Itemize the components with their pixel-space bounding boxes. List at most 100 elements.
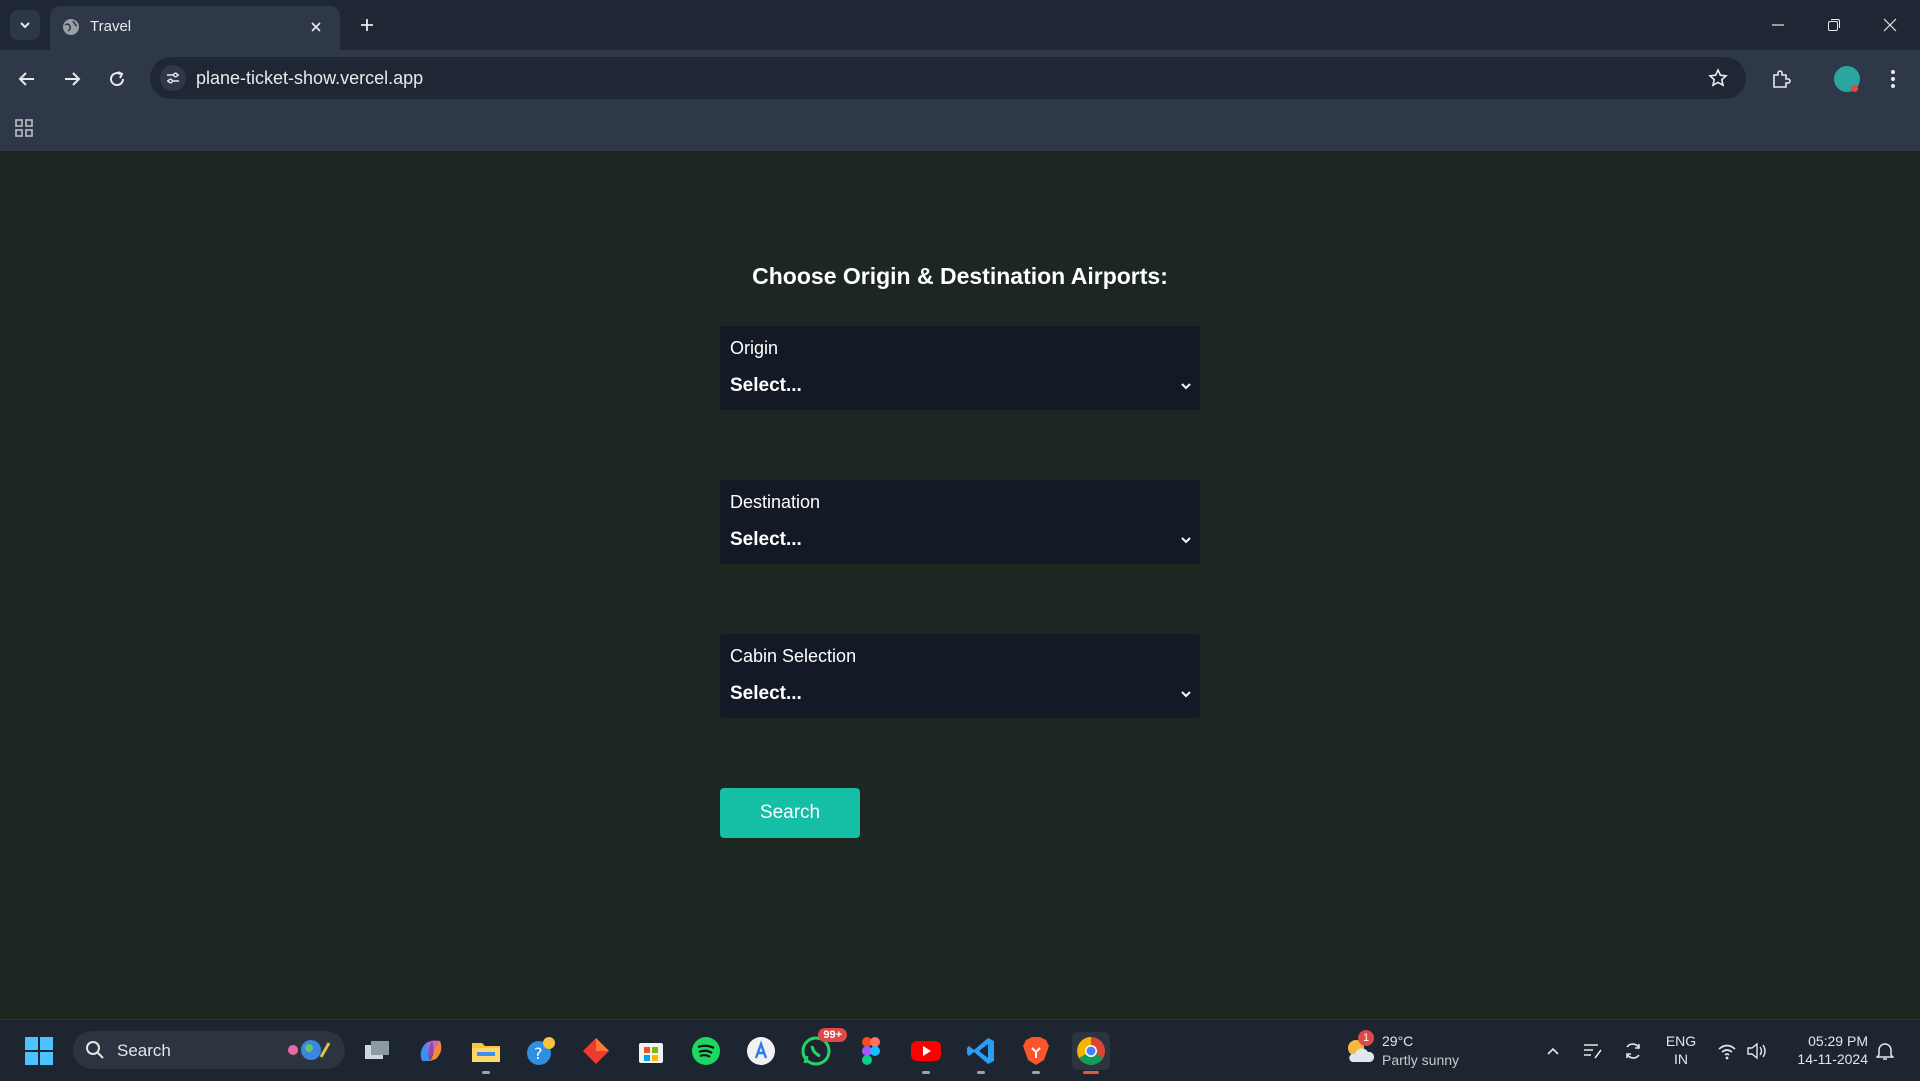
store-icon: [639, 1043, 663, 1063]
bell-icon: [1876, 1043, 1894, 1060]
chevron-down-icon: [20, 22, 30, 29]
browser-menu-button[interactable]: [1876, 62, 1910, 96]
cabin-label: Cabin Selection: [730, 646, 857, 666]
notification-badge: 99+: [818, 1028, 847, 1042]
chevron-down-icon: [1178, 378, 1194, 394]
origin-value: Select...: [730, 375, 802, 396]
weather-widget[interactable]: 1 29°C Partly sunny: [1344, 1030, 1484, 1072]
minimize-icon: [1772, 24, 1784, 26]
taskbar-figma[interactable]: [852, 1032, 890, 1070]
taskbar: Search ? 99+ 1 29°C Partly sunny ENG IN …: [0, 1019, 1920, 1081]
tray-notes-button[interactable]: [1580, 1038, 1606, 1064]
windows-icon[interactable]: [24, 1036, 54, 1066]
clock[interactable]: 05:29 PM 14-11-2024: [1782, 1032, 1868, 1068]
site-info-button[interactable]: [160, 65, 186, 91]
youtube-icon: [911, 1041, 941, 1061]
language-indicator[interactable]: ENG IN: [1664, 1032, 1698, 1068]
taskbar-store[interactable]: [632, 1032, 670, 1070]
running-indicator: [1032, 1071, 1040, 1074]
search-highlight-icon: [288, 1040, 331, 1060]
profile-button[interactable]: [1830, 62, 1864, 96]
destination-select[interactable]: Destination Select...: [720, 480, 1200, 564]
forward-button[interactable]: [55, 62, 89, 96]
apps-grid-icon: [15, 119, 33, 137]
svg-text:?: ?: [534, 1044, 543, 1063]
task-view-icon: [365, 1041, 389, 1059]
back-icon: [18, 72, 34, 86]
app-store-icon: [747, 1037, 775, 1065]
tab-title: Travel: [90, 18, 132, 35]
taskbar-spotify[interactable]: [687, 1032, 725, 1070]
forward-icon: [65, 72, 81, 86]
show-hidden-icons-button[interactable]: [1540, 1038, 1566, 1064]
taskbar-app-red[interactable]: [577, 1032, 615, 1070]
minimize-button[interactable]: [1750, 0, 1806, 50]
taskbar-whatsapp[interactable]: 99+: [797, 1028, 847, 1070]
taskbar-task-view[interactable]: [358, 1032, 396, 1070]
url-text: plane-ticket-show.vercel.app: [196, 68, 424, 88]
taskbar-chrome[interactable]: [1072, 1032, 1110, 1074]
taskbar-brave[interactable]: [1017, 1032, 1055, 1074]
taskbar-vscode[interactable]: [962, 1032, 1000, 1074]
reload-button[interactable]: [100, 62, 134, 96]
destination-value: Select...: [730, 529, 802, 550]
wifi-button[interactable]: [1714, 1038, 1740, 1064]
search-button[interactable]: Search: [720, 788, 860, 838]
pen-display-icon: [1584, 1044, 1602, 1059]
brave-icon: [1023, 1037, 1049, 1065]
origin-select[interactable]: Origin Select...: [720, 326, 1200, 410]
cabin-select[interactable]: Cabin Selection Select...: [720, 634, 1200, 718]
origin-label: Origin: [730, 338, 779, 358]
globe-icon: [63, 19, 79, 35]
help-icon: ?: [527, 1037, 555, 1065]
close-icon: [1883, 18, 1897, 32]
diamond-app-icon: [583, 1038, 609, 1064]
sync-icon: [1626, 1043, 1640, 1059]
new-tab-button[interactable]: [352, 10, 382, 40]
tray-sync-button[interactable]: [1620, 1038, 1646, 1064]
profile-avatar: [1834, 66, 1860, 92]
site-info-icon: [167, 72, 179, 84]
taskbar-file-explorer[interactable]: [467, 1032, 505, 1074]
clock-date: 14-11-2024: [1797, 1051, 1868, 1067]
page-content: Choose Origin & Destination Airports: Or…: [0, 151, 1920, 1019]
taskbar-search[interactable]: Search: [73, 1031, 345, 1069]
volume-button[interactable]: [1744, 1038, 1770, 1064]
folder-icon: [472, 1043, 500, 1062]
back-button[interactable]: [10, 62, 44, 96]
extensions-button[interactable]: [1764, 62, 1798, 96]
tab-strip: Travel: [0, 0, 1920, 50]
cabin-value: Select...: [730, 683, 802, 704]
page-heading: Choose Origin & Destination Airports:: [752, 263, 1168, 289]
weather-condition: Partly sunny: [1382, 1052, 1460, 1068]
destination-label: Destination: [730, 492, 821, 512]
chrome-icon: [1077, 1037, 1105, 1065]
copilot-icon: [420, 1040, 442, 1061]
region-code: IN: [1674, 1051, 1688, 1067]
running-indicator: [1083, 1071, 1099, 1074]
reload-icon: [110, 71, 125, 87]
vscode-icon: [967, 1038, 994, 1064]
volume-icon: [1747, 1042, 1766, 1060]
running-indicator: [922, 1071, 930, 1074]
close-window-button[interactable]: [1862, 0, 1918, 50]
address-bar[interactable]: plane-ticket-show.vercel.app: [150, 57, 1746, 99]
tab-close-button[interactable]: [304, 15, 328, 39]
notifications-button[interactable]: [1872, 1038, 1898, 1064]
taskbar-copilot[interactable]: [412, 1032, 450, 1070]
plus-icon: [361, 19, 373, 31]
tab-search-button[interactable]: [10, 10, 40, 40]
apps-button[interactable]: [12, 116, 36, 140]
restore-button[interactable]: [1806, 0, 1862, 50]
browser-tab[interactable]: Travel: [50, 6, 340, 50]
taskbar-help[interactable]: ?: [522, 1032, 560, 1070]
restore-icon: [1828, 19, 1840, 31]
taskbar-search-label: Search: [117, 1041, 171, 1060]
browser-toolbar: plane-ticket-show.vercel.app: [0, 50, 1920, 108]
bookmarks-bar: [0, 108, 1920, 151]
taskbar-app-store[interactable]: [742, 1032, 780, 1070]
weather-badge: 1: [1358, 1030, 1374, 1046]
bookmark-star-button[interactable]: [1706, 66, 1730, 90]
taskbar-youtube[interactable]: [907, 1032, 945, 1074]
clock-time: 05:29 PM: [1808, 1033, 1868, 1049]
